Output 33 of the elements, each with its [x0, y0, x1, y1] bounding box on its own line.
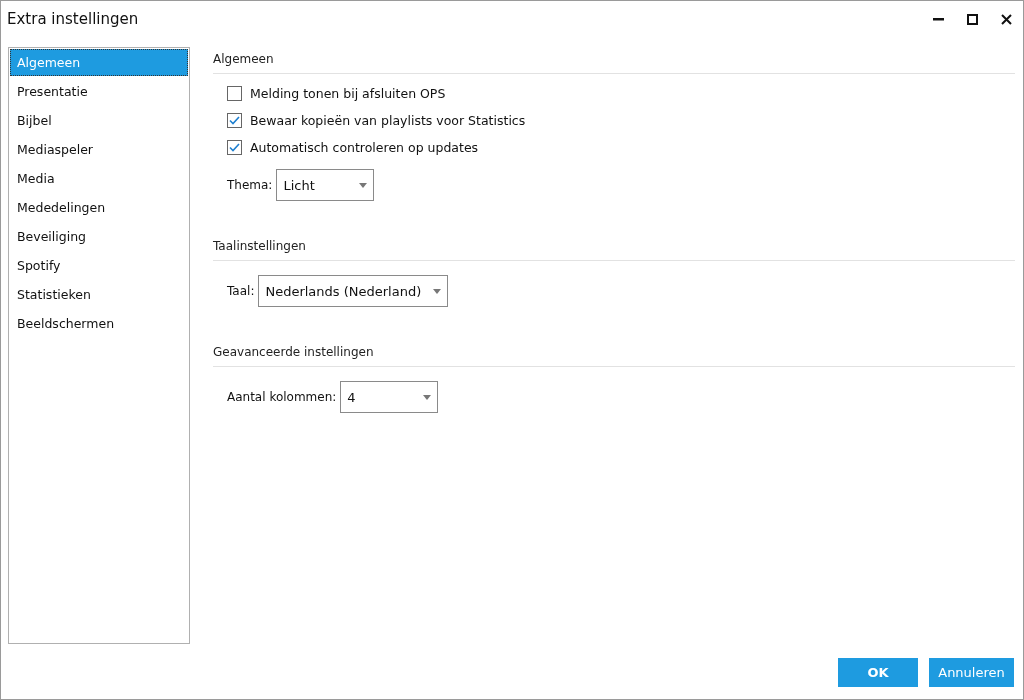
dropdown-caret-icon [423, 394, 432, 400]
section-title: Geavanceerde instellingen [213, 345, 1015, 367]
dropdown[interactable]: Licht [276, 169, 375, 201]
maximize-icon [966, 13, 978, 25]
close-icon [1000, 13, 1012, 25]
checkmark-icon [229, 116, 240, 125]
checkbox[interactable] [227, 86, 242, 101]
window-title: Extra instellingen [7, 10, 139, 28]
checkbox[interactable] [227, 113, 242, 128]
sidebar-item[interactable]: Media [10, 165, 188, 192]
sidebar-item[interactable]: Statistieken [10, 281, 188, 308]
sidebar-item[interactable]: Spotify [10, 252, 188, 279]
dropdown-caret-icon [359, 182, 368, 188]
sidebar-item[interactable]: Presentatie [10, 78, 188, 105]
field-label: Thema: [227, 178, 273, 192]
sidebar-item[interactable]: Bijbel [10, 107, 188, 134]
checkbox[interactable] [227, 140, 242, 155]
checkbox-label: Bewaar kopieën van playlists voor Statistics [250, 113, 526, 128]
dropdown[interactable]: Nederlands (Nederland) [258, 275, 449, 307]
section-title: Algemeen [213, 52, 1015, 74]
checkbox-label: Melding tonen bij afsluiten OPS [250, 86, 446, 101]
field-label: Taal: [227, 284, 255, 298]
checkmark-icon [229, 143, 240, 152]
minimize-icon [932, 17, 944, 21]
sidebar-item[interactable]: Mediaspeler [10, 136, 188, 163]
sidebar-item[interactable]: Mededelingen [10, 194, 188, 221]
field-label: Aantal kolommen: [227, 390, 337, 404]
dropdown-caret-icon [433, 288, 442, 294]
dropdown[interactable]: 4 [340, 381, 439, 413]
sidebar-item[interactable]: Beveiliging [10, 223, 188, 250]
sidebar-item[interactable]: Beeldschermen [10, 310, 188, 337]
checkbox-label: Automatisch controleren op updates [250, 140, 479, 155]
section-title: Taalinstellingen [213, 239, 1015, 261]
